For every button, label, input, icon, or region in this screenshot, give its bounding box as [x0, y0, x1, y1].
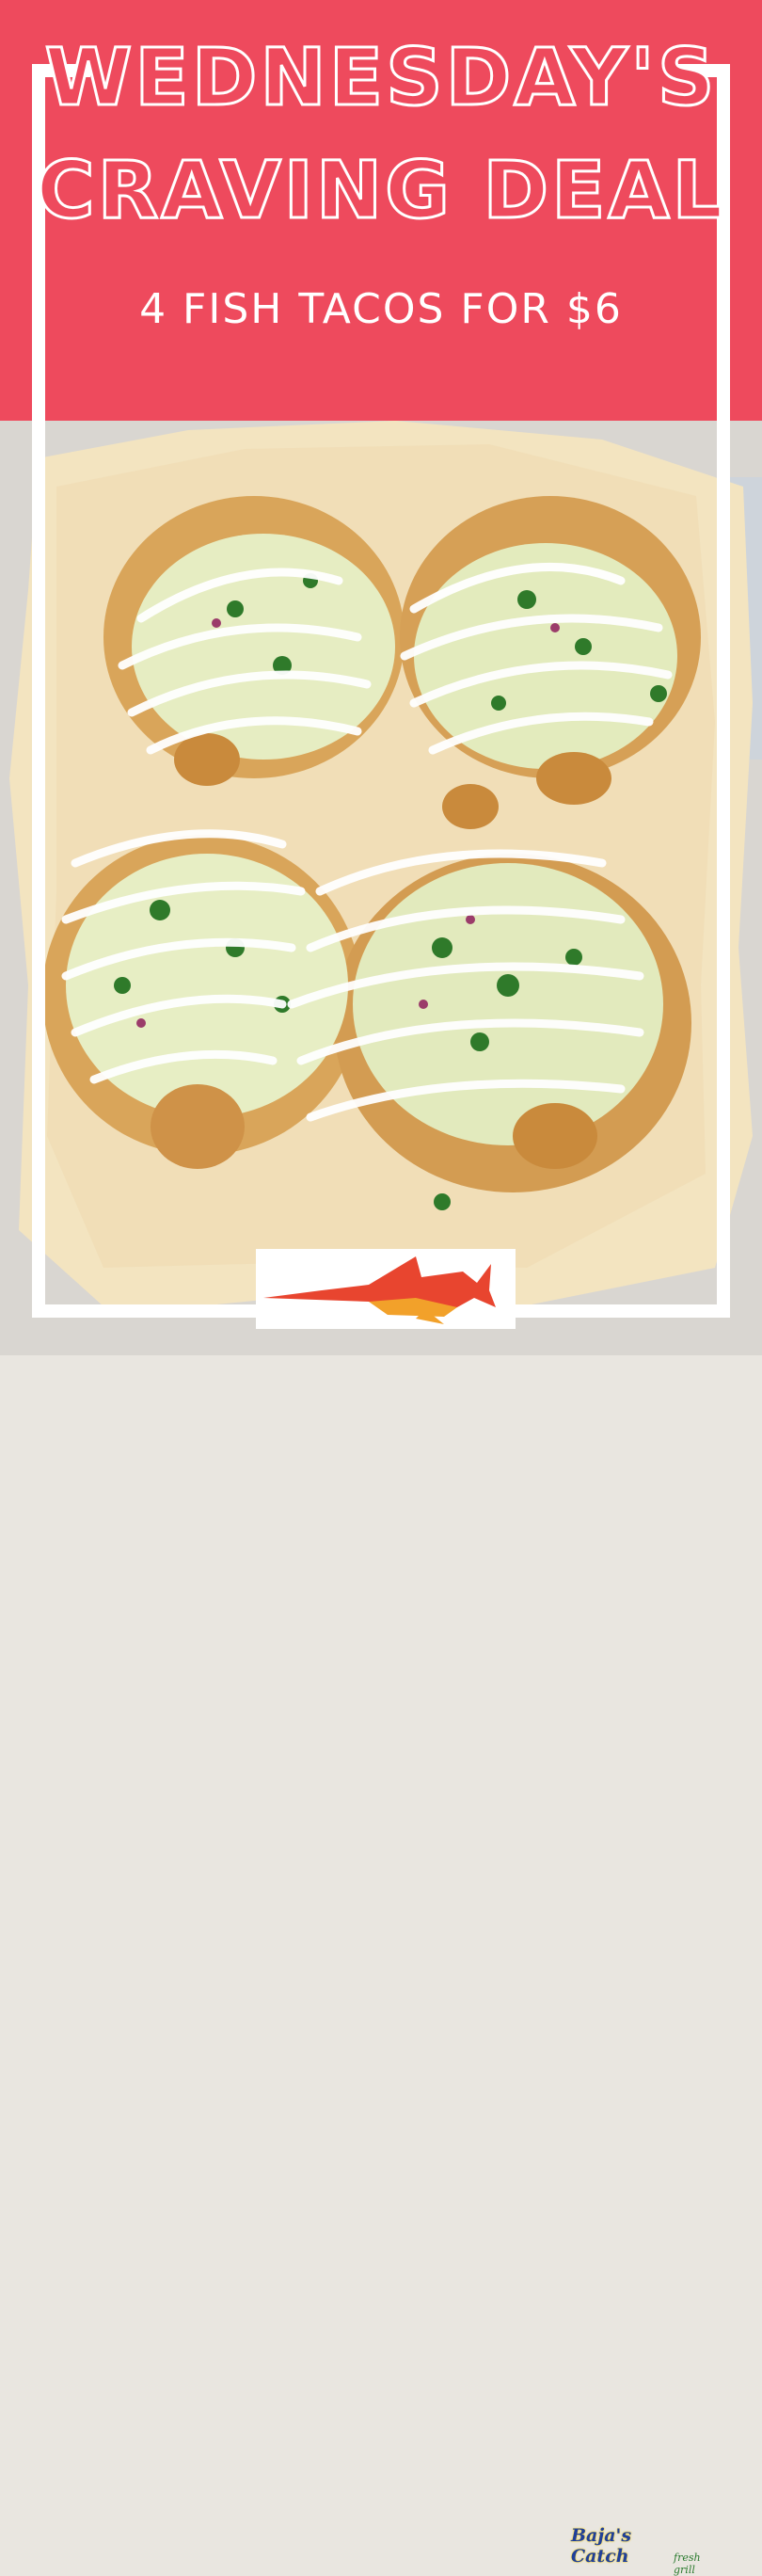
- headline-line-2: CRAVING DEAL: [35, 144, 726, 236]
- offer-text: 4 FISH TACOS FOR $6: [139, 285, 623, 333]
- headline-line-1: WEDNESDAY'S: [43, 31, 718, 123]
- brand-tagline: fresh grill: [674, 2552, 701, 2576]
- marlin-icon: [263, 1256, 496, 1324]
- brand-name: Baja's Catch: [571, 2525, 632, 2567]
- brand-logo: Baja's Catch fresh grill: [256, 1249, 701, 2576]
- white-frame: [32, 64, 730, 1318]
